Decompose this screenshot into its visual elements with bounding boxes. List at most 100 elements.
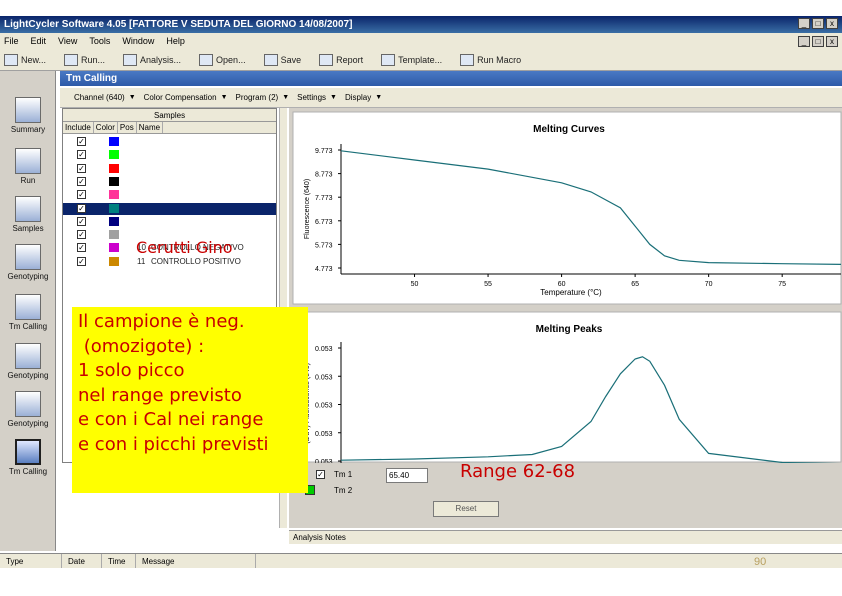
include-checkbox[interactable]: ✓: [77, 216, 86, 226]
include-checkbox[interactable]: ✓: [77, 230, 86, 240]
minimize-button[interactable]: _: [798, 18, 810, 29]
module-title: Tm Calling: [60, 71, 842, 86]
maximize-button[interactable]: □: [812, 18, 824, 29]
sample-row[interactable]: ✓: [63, 176, 276, 188]
sidebar-item-tm-calling[interactable]: Tm Calling: [0, 294, 56, 331]
sample-row[interactable]: ✓: [63, 163, 276, 175]
mdi-minimize-button[interactable]: _: [798, 36, 810, 47]
chart-panel: [292, 111, 842, 305]
analysis-button[interactable]: Analysis...: [123, 53, 181, 66]
include-checkbox[interactable]: ✓: [77, 203, 86, 213]
column-color[interactable]: Color: [94, 122, 118, 133]
sidebar-label: Tm Calling: [8, 322, 48, 331]
open-button[interactable]: Open...: [199, 53, 246, 66]
include-checkbox[interactable]: ✓: [77, 150, 86, 160]
y-tick-label: 8.773: [315, 172, 333, 179]
y-tick-label: 4.773: [315, 266, 333, 273]
sidebar-item-genotyping-2[interactable]: Genotyping: [0, 343, 56, 380]
menu-file[interactable]: File: [4, 36, 19, 46]
sidebar-label: Run: [20, 176, 36, 185]
x-tick-label: 65: [631, 281, 639, 288]
mdi-maximize-button[interactable]: □: [812, 36, 824, 47]
tm1-value-field[interactable]: 65.40: [386, 468, 428, 483]
run-icon: [64, 53, 79, 66]
mdi-controls: _ □ x: [798, 36, 838, 47]
sidebar-label: Genotyping: [7, 419, 49, 428]
sidebar-item-tm-calling-active[interactable]: Tm Calling: [0, 439, 56, 476]
settings-dropdown[interactable]: Settings ▼: [297, 93, 337, 102]
menu-help[interactable]: Help: [166, 36, 185, 46]
menu-view[interactable]: View: [58, 36, 77, 46]
include-checkbox[interactable]: ✓: [77, 176, 86, 186]
include-checkbox[interactable]: ✓: [77, 190, 86, 200]
template-icon: [381, 53, 396, 66]
display-dropdown[interactable]: Display ▼: [345, 93, 382, 102]
y-tick-label: 9.773: [315, 148, 333, 155]
sidebar-label: Genotyping: [7, 272, 49, 281]
new-icon: [4, 53, 18, 66]
sample-row[interactable]: ✓: [63, 149, 276, 161]
sidebar-item-genotyping-3[interactable]: Genotyping: [0, 391, 56, 428]
reset-button[interactable]: Reset: [433, 501, 499, 517]
include-checkbox[interactable]: ✓: [77, 163, 86, 173]
column-name[interactable]: Name: [137, 122, 164, 133]
sample-position: 11: [137, 256, 146, 266]
column-include[interactable]: Include: [63, 122, 94, 133]
sidebar-item-summary[interactable]: Summary: [0, 97, 56, 134]
include-checkbox[interactable]: ✓: [77, 256, 86, 266]
chevron-down-icon: ▼: [330, 94, 337, 101]
new-button[interactable]: New...: [4, 53, 46, 66]
sample-color-swatch: [109, 163, 119, 173]
melting-charts: Melting Curves 9.773 8.773 7.773 6.773 5.773 4…: [292, 111, 842, 463]
run-macro-button[interactable]: Run Macro: [460, 53, 522, 66]
settings-label: Settings: [297, 93, 327, 102]
menu-edit[interactable]: Edit: [31, 36, 47, 46]
sample-color-swatch: [109, 243, 119, 253]
sample-row[interactable]: ✓: [63, 216, 276, 228]
run-label: Run...: [81, 54, 106, 65]
sidebar-item-genotyping[interactable]: Genotyping: [0, 244, 56, 281]
save-button[interactable]: Save: [263, 53, 301, 66]
main-toolbar: New... Run... Analysis... Open... Save R…: [0, 49, 842, 71]
status-type: Type: [0, 554, 62, 568]
samples-header: Samples: [63, 109, 276, 122]
report-button[interactable]: Report: [319, 53, 363, 66]
channel-dropdown[interactable]: Channel (640) ▼: [74, 93, 136, 102]
mdi-close-button[interactable]: x: [826, 36, 838, 47]
close-button[interactable]: x: [826, 18, 838, 29]
sample-row[interactable]: ✓: [63, 202, 276, 215]
summary-icon: [15, 97, 41, 123]
include-checkbox[interactable]: ✓: [77, 137, 86, 146]
range-label: Range 62-68: [460, 461, 576, 482]
x-axis-label: Temperature (°C): [540, 288, 602, 297]
y-tick-label: 0.053: [315, 403, 333, 410]
samples-icon: [15, 196, 41, 222]
module-toolbar: Channel (640) ▼ Color Compensation ▼ Progr…: [60, 88, 842, 108]
menu-window[interactable]: Window: [122, 36, 154, 46]
sample-row[interactable]: ✓: [63, 136, 276, 148]
sample-row[interactable]: ✓ 11 CONTROLLO POSITIVO: [63, 256, 276, 268]
sample-color-swatch: [109, 256, 119, 266]
color-compensation-label: Color Compensation: [143, 93, 217, 102]
sample-color-swatch: [109, 150, 119, 160]
sidebar-item-run[interactable]: Run: [0, 148, 56, 185]
sidebar-item-samples[interactable]: Samples: [0, 196, 56, 233]
y-tick-label: 0.053: [315, 346, 333, 353]
include-checkbox[interactable]: ✓: [77, 243, 86, 253]
module-sidebar: Summary Run Samples Genotyping Tm Callin…: [0, 71, 56, 551]
run-macro-label: Run Macro: [477, 54, 522, 65]
color-compensation-dropdown[interactable]: Color Compensation ▼: [144, 93, 228, 102]
chart-title: Melting Curves: [533, 124, 605, 135]
column-pos[interactable]: Pos: [118, 122, 137, 133]
sample-row[interactable]: ✓: [63, 189, 276, 201]
menu-tools[interactable]: Tools: [89, 36, 110, 46]
tm1-checkbox[interactable]: ✓: [316, 470, 325, 479]
y-tick-label: 0.053: [315, 431, 333, 438]
menu-bar: File Edit View Tools Window Help: [0, 33, 842, 49]
tm-calling-icon: [15, 294, 41, 320]
template-button[interactable]: Template...: [381, 53, 442, 66]
sample-name: CONTROLLO POSITIVO: [151, 256, 241, 266]
program-dropdown[interactable]: Program (2) ▼: [236, 93, 290, 102]
analysis-notes-bar[interactable]: Analysis Notes: [289, 530, 842, 544]
run-button[interactable]: Run...: [64, 53, 106, 66]
